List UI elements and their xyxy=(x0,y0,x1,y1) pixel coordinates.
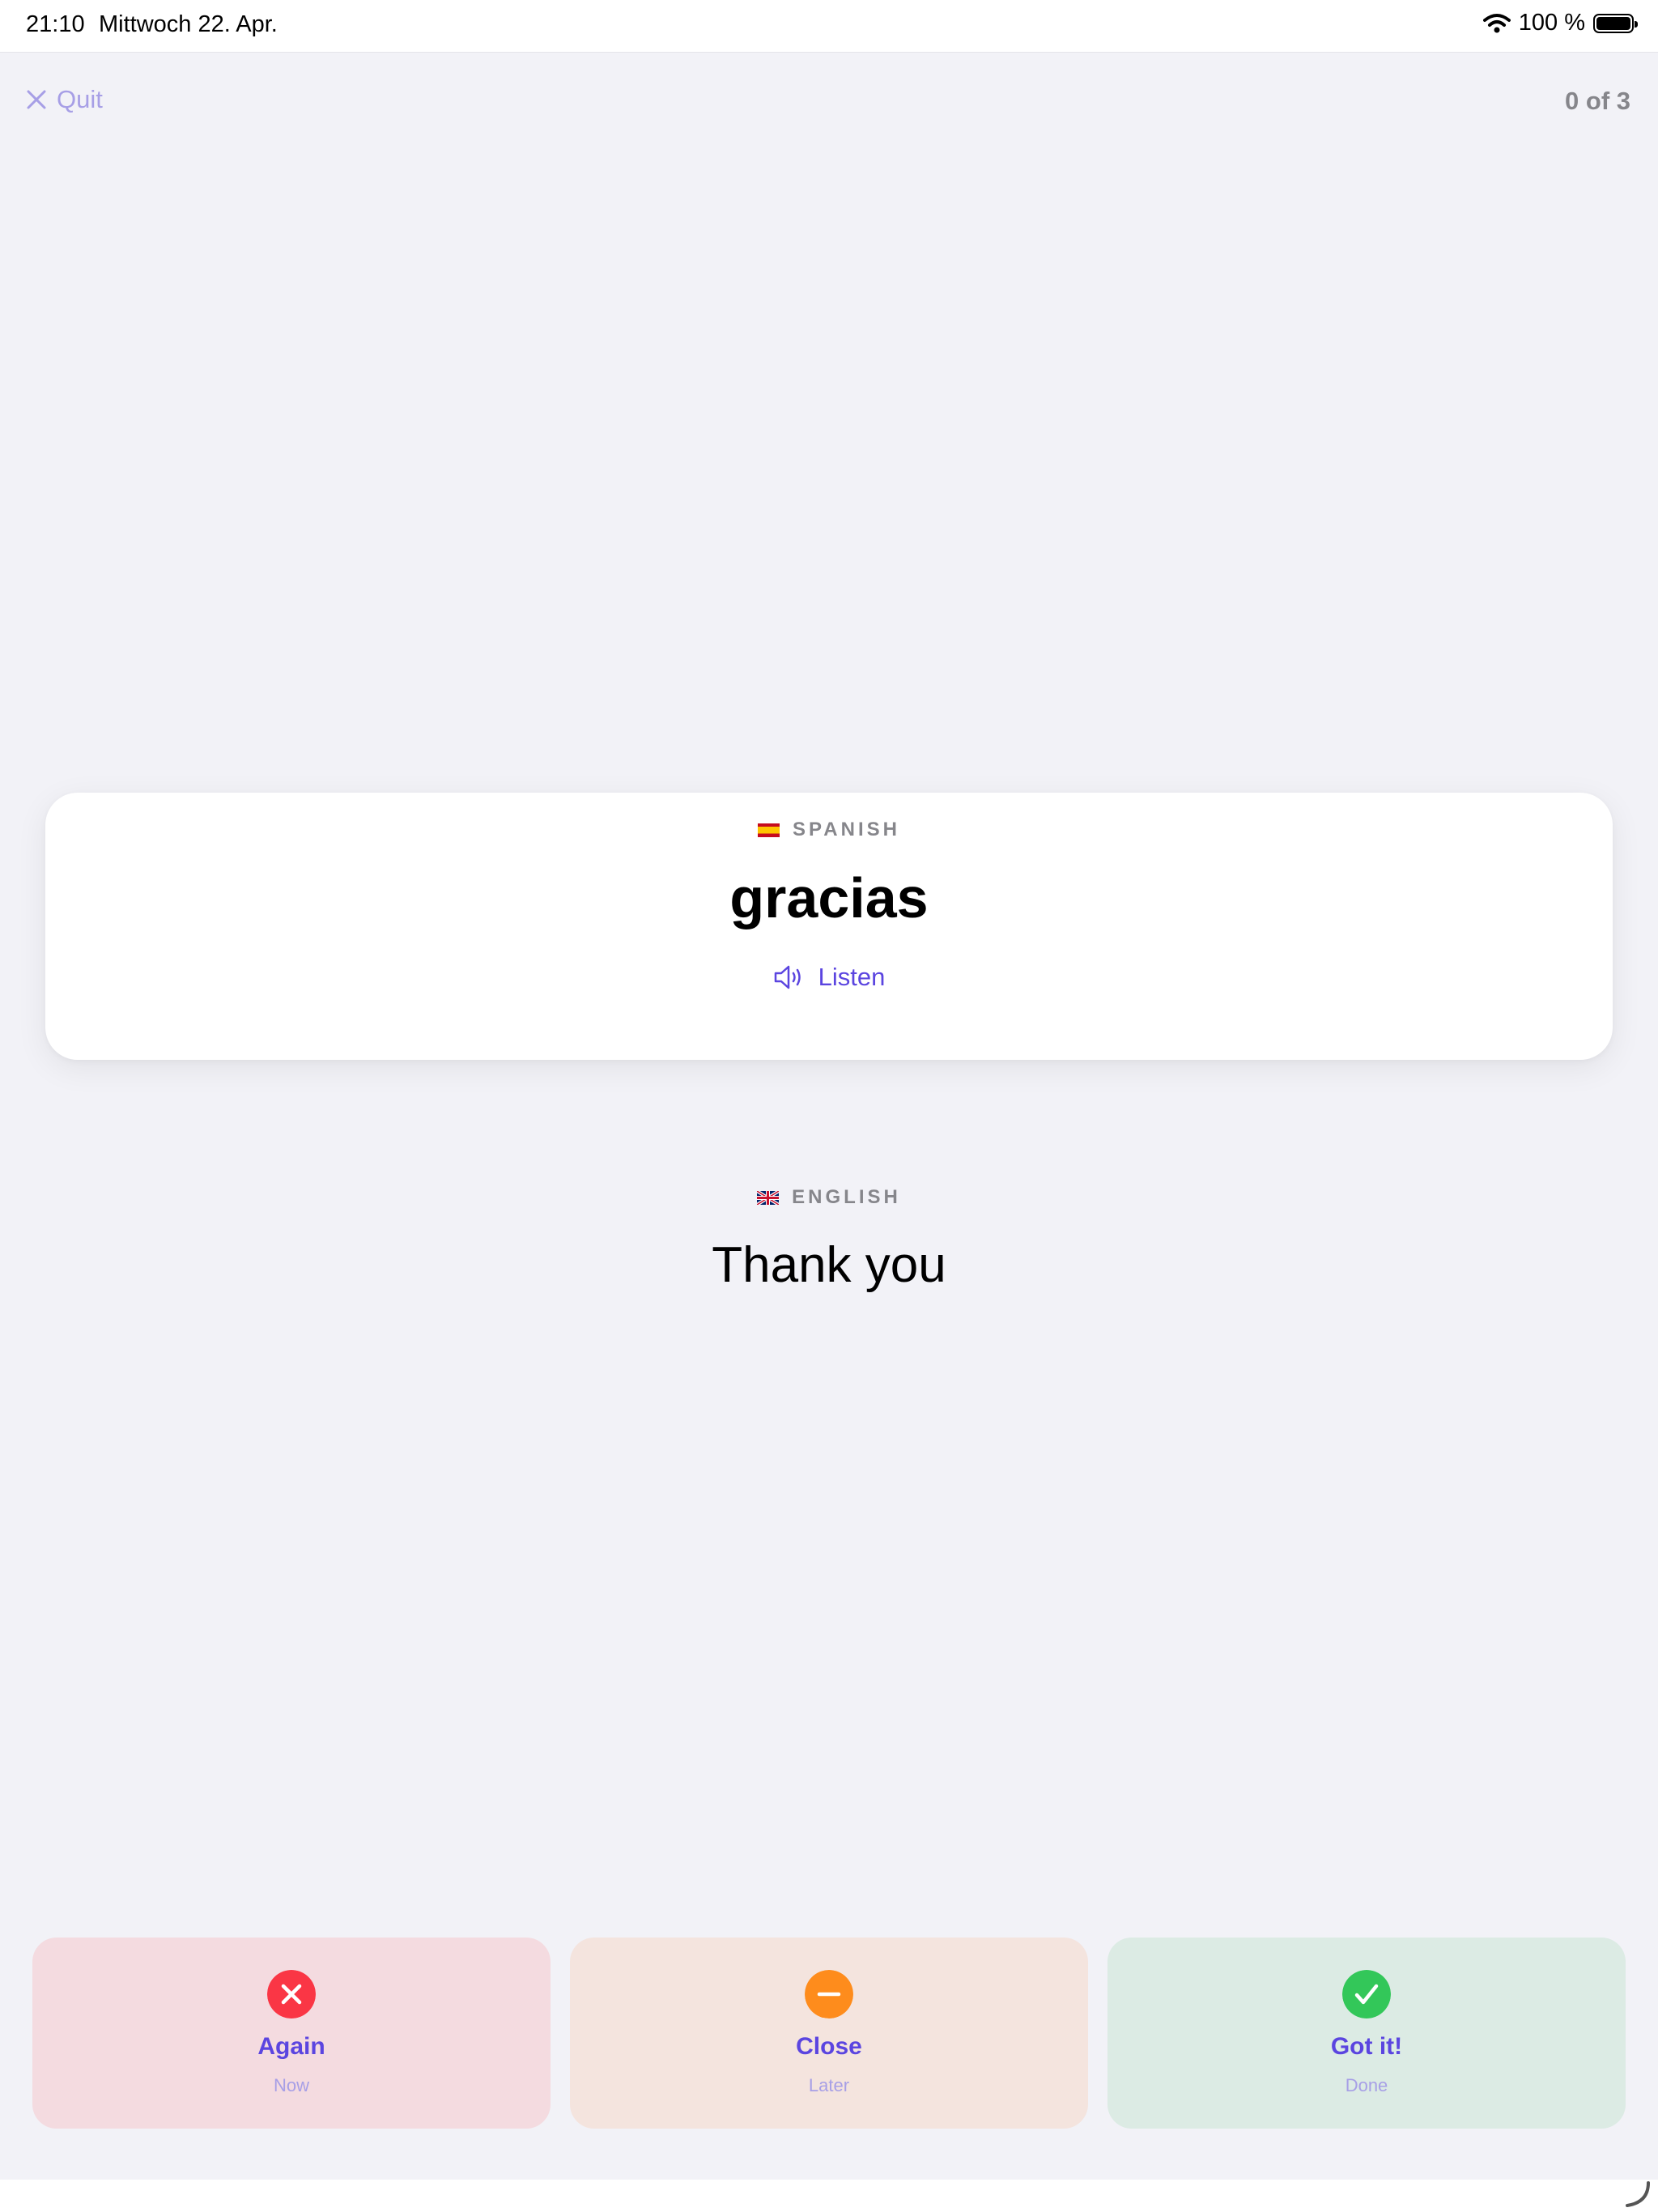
flashcard-word: gracias xyxy=(729,866,929,929)
close-label: Close xyxy=(796,2033,862,2060)
status-indicators: 100 % xyxy=(1482,10,1638,36)
quit-label: Quit xyxy=(57,85,103,113)
status-bar: 21:10 Mittwoch 22. Apr. 100 % xyxy=(0,0,1658,52)
progress-counter: 0 of 3 xyxy=(1565,87,1630,115)
got-it-sublabel: Done xyxy=(1345,2075,1388,2095)
home-indicator-area xyxy=(0,2180,1658,2212)
resize-corner-icon xyxy=(1626,2181,1650,2207)
target-language-name: ENGLISH xyxy=(792,1186,901,1208)
battery-percentage: 100 % xyxy=(1518,10,1585,36)
source-language-label: SPANISH xyxy=(45,819,1613,841)
translation-text: Thank you xyxy=(712,1237,946,1293)
battery-icon xyxy=(1593,13,1638,33)
close-icon xyxy=(27,90,46,109)
again-sublabel: Now xyxy=(273,2075,309,2095)
target-language-label: ENGLISH xyxy=(0,1186,1658,1209)
flashcard-screen: Quit 0 of 3 SPANISH gracias Listen ENGLI… xyxy=(0,52,1658,2180)
quit-button[interactable]: Quit xyxy=(26,85,103,114)
got-it-button[interactable]: Got it! Done xyxy=(1107,1938,1626,2129)
again-label: Again xyxy=(257,2033,325,2060)
check-circle-icon xyxy=(1342,1970,1391,2018)
source-language-name: SPANISH xyxy=(793,819,900,840)
got-it-label: Got it! xyxy=(1330,2033,1403,2060)
x-circle-icon xyxy=(267,1970,316,2018)
minus-circle-icon xyxy=(805,1970,853,2018)
flashcard[interactable]: SPANISH gracias Listen xyxy=(45,793,1613,1060)
close-button[interactable]: Close Later xyxy=(570,1938,1088,2129)
close-sublabel: Later xyxy=(808,2075,850,2095)
translation-block: ENGLISH Thank you xyxy=(0,1186,1658,1294)
answer-buttons: Again Now Close Later Got it! Done xyxy=(32,1938,1626,2129)
listen-label: Listen xyxy=(818,963,886,991)
status-time: 21:10 xyxy=(26,11,85,37)
speaker-icon xyxy=(774,965,801,989)
again-button[interactable]: Again Now xyxy=(32,1938,551,2129)
uk-flag-icon xyxy=(757,1190,780,1205)
status-date: Mittwoch 22. Apr. xyxy=(99,11,278,37)
listen-button[interactable]: Listen xyxy=(45,963,1613,992)
spain-flag-icon xyxy=(758,823,780,837)
wifi-icon xyxy=(1482,13,1511,32)
